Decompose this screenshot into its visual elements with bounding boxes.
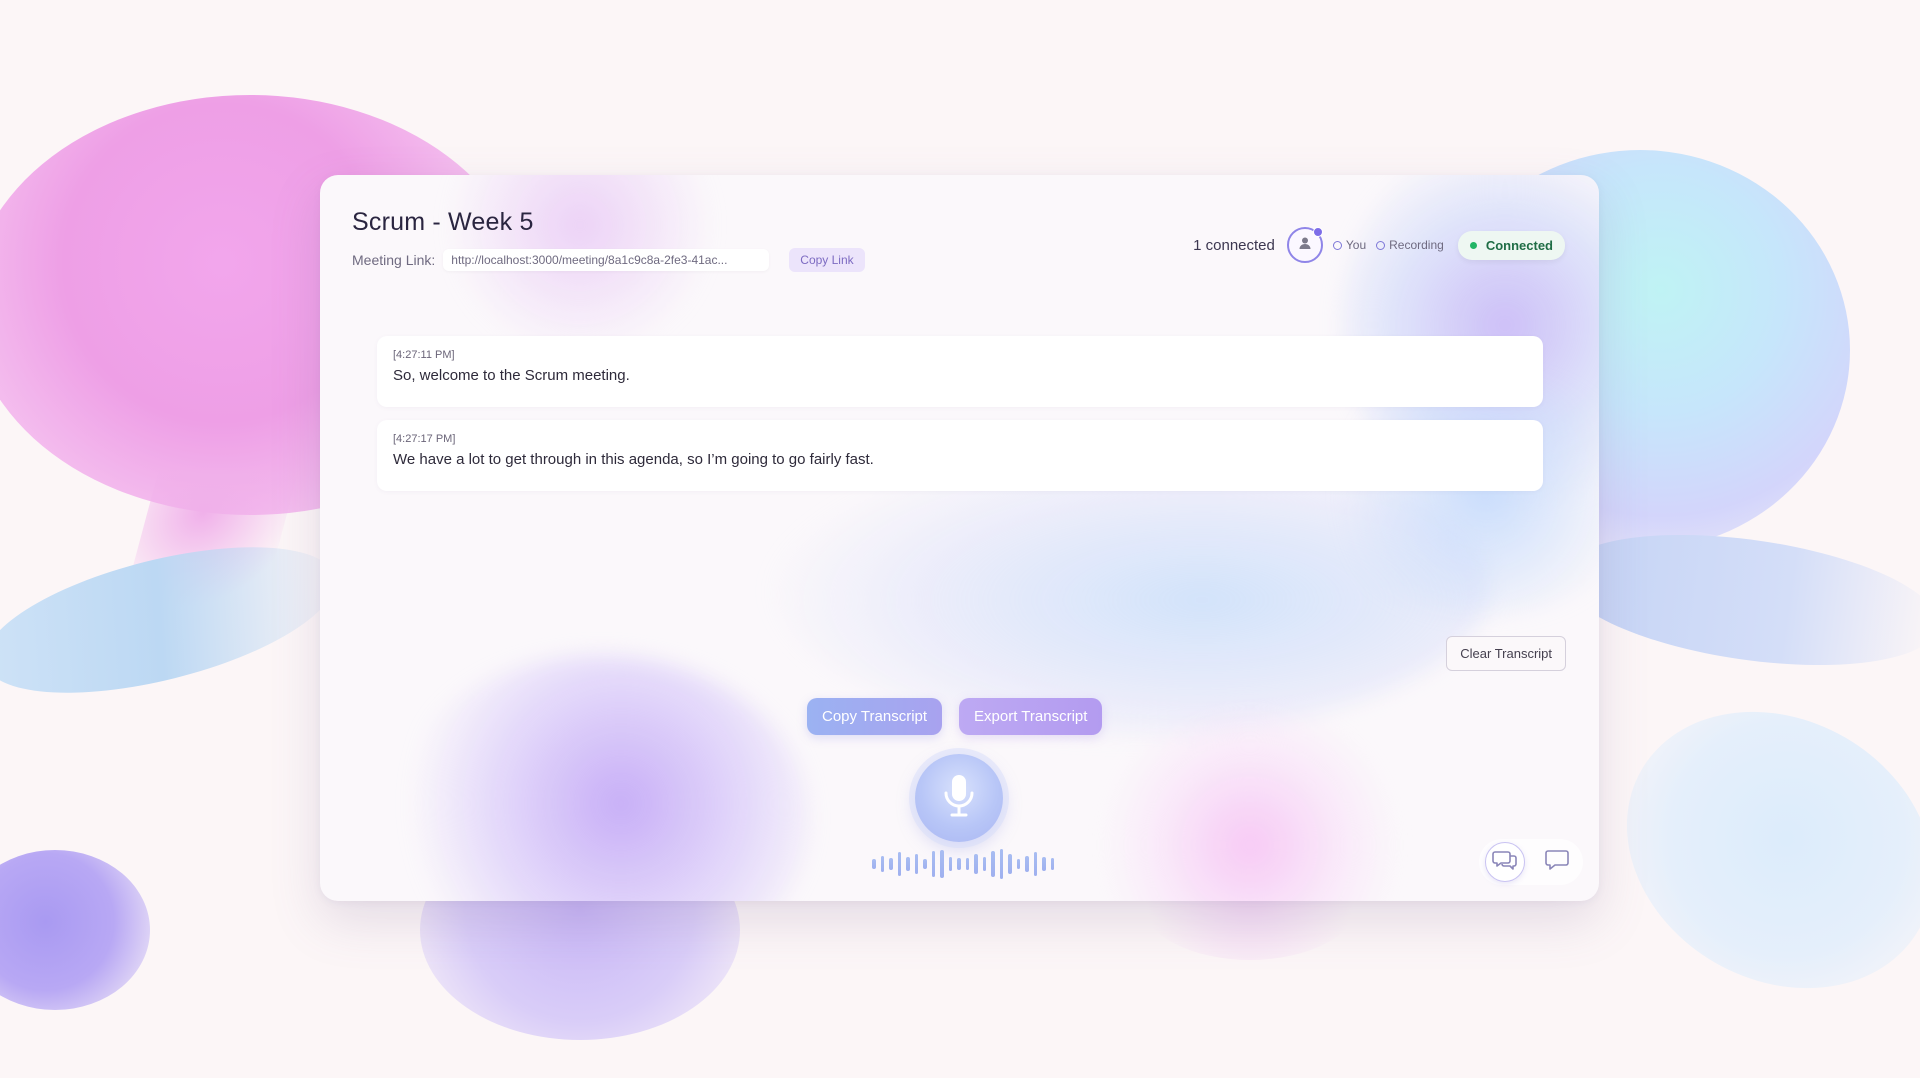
export-transcript-button[interactable]: Export Transcript <box>959 698 1103 735</box>
ring-icon <box>1332 240 1342 250</box>
transcript-entry: [4:27:11 PM] So, welcome to the Scrum me… <box>377 336 1543 407</box>
chat-toggle-group <box>1479 839 1583 885</box>
status-dot-icon <box>1469 241 1477 249</box>
meeting-link-label: Meeting Link: <box>352 252 436 268</box>
microphone-button[interactable] <box>915 754 1003 842</box>
connected-badge: Connected <box>1457 230 1565 260</box>
meeting-title: Scrum - Week 5 <box>352 208 534 236</box>
entry-timestamp: [4:27:11 PM] <box>393 349 455 361</box>
meeting-link-field[interactable]: http://localhost:3000/meeting/8a1c9c8a-2… <box>443 249 770 271</box>
chat-bubble-icon <box>1545 849 1569 876</box>
transcript-list: [4:27:11 PM] So, welcome to the Scrum me… <box>377 336 1543 504</box>
transcript-actions: Copy Transcript Export Transcript <box>807 698 1103 735</box>
microphone-icon <box>942 773 976 824</box>
chat-panel-button[interactable] <box>1485 842 1525 882</box>
chat-bubbles-icon <box>1492 848 1518 877</box>
meeting-panel: Scrum - Week 5 Meeting Link: http://loca… <box>320 175 1599 901</box>
connection-status: 1 connected You Recording Connected <box>1193 227 1565 263</box>
legend-you: You <box>1332 238 1367 252</box>
entry-timestamp: [4:27:17 PM] <box>393 433 456 445</box>
entry-text: We have a lot to get through in this age… <box>393 451 874 468</box>
user-avatar[interactable] <box>1286 227 1323 263</box>
connected-badge-label: Connected <box>1485 237 1553 253</box>
copy-link-button[interactable]: Copy Link <box>789 248 865 272</box>
speech-bubble-decoration <box>0 850 150 1010</box>
ring-icon <box>1376 240 1386 250</box>
legend-recording: Recording <box>1376 238 1444 252</box>
audio-waveform <box>872 847 1054 881</box>
copy-transcript-button[interactable]: Copy Transcript <box>807 698 943 735</box>
clear-transcript-button[interactable]: Clear Transcript <box>1446 636 1566 671</box>
chat-button[interactable] <box>1537 842 1577 882</box>
connected-count: 1 connected <box>1193 236 1275 254</box>
meeting-link-row: Meeting Link: http://localhost:3000/meet… <box>352 248 865 272</box>
speech-bubble-decoration <box>1576 657 1920 1043</box>
legend-recording-label: Recording <box>1389 238 1444 252</box>
user-icon <box>1298 236 1312 255</box>
presence-dot <box>1312 227 1323 237</box>
entry-text: So, welcome to the Scrum meeting. <box>393 367 630 384</box>
legend-you-label: You <box>1345 238 1367 252</box>
transcript-entry: [4:27:17 PM] We have a lot to get throug… <box>377 420 1543 491</box>
panel-glow <box>390 655 810 901</box>
